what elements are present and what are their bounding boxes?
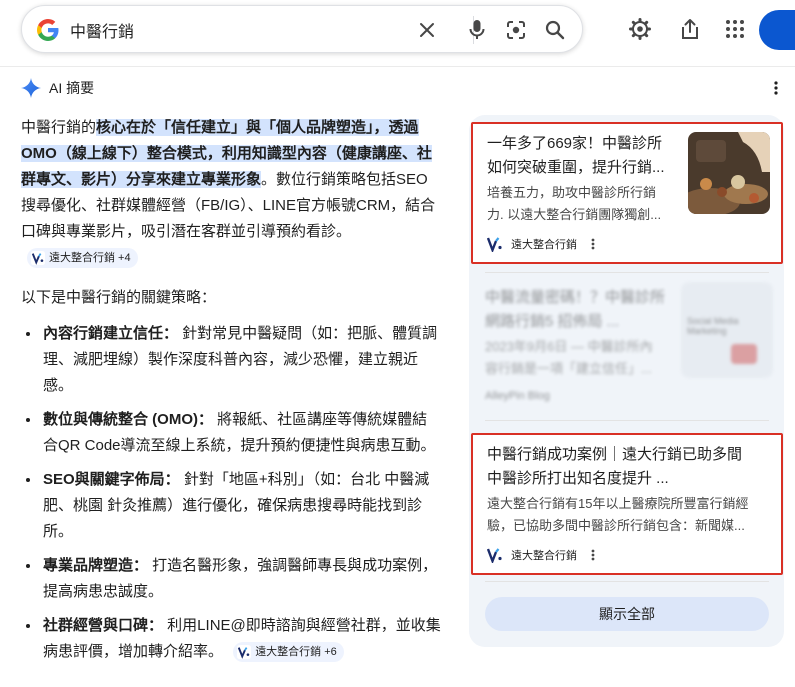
- card-snippet-line: 2023年9月6日 — 中醫診所內: [485, 339, 653, 354]
- citation-chip[interactable]: 遠大整合行銷 +6: [233, 642, 344, 663]
- source-card-snippet: 培養五力，助攻中醫診所行銷 力. 以遠大整合行銷團隊獨創...: [487, 182, 687, 226]
- card-snippet-line: 力. 以遠大整合行銷團隊獨創...: [487, 207, 662, 222]
- list-item-heading: SEO與關鍵字佈局：: [43, 471, 180, 488]
- search-icon[interactable]: [543, 18, 567, 42]
- intro-paragraph: 中醫行銷的核心在於「信任建立」與「個人品牌塑造」，透過OMO（線上線下）整合模式…: [21, 115, 441, 271]
- share-icon[interactable]: [678, 17, 702, 41]
- source-card-snippet: 2023年9月6日 — 中醫診所內 容行銷是一項「建立信任」...: [485, 336, 680, 380]
- source-logo-icon: [237, 645, 252, 660]
- card-snippet-line: 驗，已協助多間中醫診所行銷包含：新聞媒...: [487, 518, 745, 533]
- source-thumbnail: [688, 132, 770, 214]
- source-card-title: 中醫流量密碼！？中醫診所 網路行銷5 招佈局 ...: [485, 286, 680, 334]
- source-name: 遠大整合行銷: [511, 239, 577, 251]
- source-card-site: 遠大整合行銷: [487, 236, 595, 252]
- list-item: 專業品牌塑造： 打造名醫形象，強調醫師專長與成功案例，提高病患忠誠度。: [41, 553, 441, 605]
- source-card-site: AlleyPin Blog: [485, 390, 550, 402]
- source-card[interactable]: 中醫流量密碼！？中醫診所 網路行銷5 招佈局 ... 2023年9月6日 — 中…: [471, 278, 783, 414]
- source-card[interactable]: 中醫行銷成功案例｜遠大行銷已助多間 中醫診所打出知名度提升 ... 遠大整合行銷…: [471, 433, 783, 575]
- more-options-icon[interactable]: [591, 238, 595, 250]
- thumbnail-graphic: [731, 344, 757, 364]
- source-card-title: 一年多了669家！中醫診所 如何突破重圍，提升行銷...: [487, 132, 687, 180]
- card-title-line: 網路行銷5 招佈局 ...: [485, 313, 620, 330]
- thumbnail-caption: Social Media Marketing: [687, 316, 739, 336]
- citation-chip-label: 遠大整合行銷 +6: [255, 646, 337, 659]
- list-item-heading: 內容行銷建立信任：: [43, 325, 179, 342]
- apps-grid-icon[interactable]: [723, 17, 747, 41]
- card-title-line: 一年多了669家！中醫診所: [487, 135, 663, 152]
- list-item: SEO與關鍵字佈局： 針對「地區+科別」（如：台北 中醫減肥、桃園 針灸推薦）進…: [41, 467, 441, 545]
- source-name: 遠大整合行銷: [511, 550, 577, 562]
- citation-chip-label: 遠大整合行銷 +4: [49, 252, 131, 265]
- list-item-heading: 專業品牌塑造：: [43, 557, 149, 574]
- card-title-line: 中醫流量密碼！？中醫診所: [485, 289, 666, 306]
- list-item-heading: 數位與傳統整合 (OMO)：: [43, 411, 213, 428]
- ai-overview-content: 中醫行銷的核心在於「信任建立」與「個人品牌塑造」，透過OMO（線上線下）整合模式…: [21, 115, 441, 673]
- source-card-site: 遠大整合行銷: [487, 547, 595, 563]
- strategy-list: 內容行銷建立信任： 針對常見中醫疑問（如：把脈、體質調理、減肥埋線）製作深度科普…: [21, 321, 441, 665]
- card-title-line: 中醫診所打出知名度提升 ...: [487, 470, 669, 487]
- more-options-icon[interactable]: [591, 549, 595, 561]
- source-logo-icon: [487, 237, 502, 252]
- ai-overview-title: AI 摘要: [49, 80, 95, 96]
- card-title-line: 如何突破重圍，提升行銷...: [487, 159, 665, 176]
- strategies-intro: 以下是中醫行銷的關鍵策略：: [21, 289, 217, 306]
- intro-text: 中醫行銷的: [21, 119, 97, 136]
- settings-gear-icon[interactable]: [628, 17, 652, 41]
- source-logo-icon: [31, 251, 45, 266]
- more-options-icon[interactable]: [766, 78, 786, 98]
- source-card[interactable]: 一年多了669家！中醫診所 如何突破重圍，提升行銷... 培養五力，助攻中醫診所…: [471, 122, 783, 264]
- source-logo-icon: [487, 548, 502, 563]
- list-item: 數位與傳統整合 (OMO)： 將報紙、社區講座等傳統媒體結合QR Code導流至…: [41, 407, 441, 459]
- source-card-snippet: 遠大整合行銷有15年以上醫療院所豐富行銷經 驗，已協助多間中醫診所行銷包含：新聞…: [487, 493, 777, 537]
- citation-chip[interactable]: 遠大整合行銷 +4: [27, 248, 138, 269]
- sign-in-button[interactable]: [759, 10, 795, 50]
- source-thumbnail: Social Media Marketing: [681, 282, 773, 378]
- search-bar[interactable]: [21, 5, 583, 53]
- divider: [485, 581, 769, 582]
- google-logo: [37, 19, 59, 41]
- card-snippet-line: 遠大整合行銷有15年以上醫療院所豐富行銷經: [487, 496, 749, 511]
- card-title-line: 中醫行銷成功案例｜遠大行銷已助多間: [487, 446, 743, 463]
- search-input[interactable]: [70, 18, 390, 42]
- list-item: 內容行銷建立信任： 針對常見中醫疑問（如：把脈、體質調理、減肥埋線）製作深度科普…: [41, 321, 441, 399]
- header-divider: [0, 66, 795, 67]
- gemini-sparkle-icon: [21, 78, 41, 98]
- card-snippet-line: 培養五力，助攻中醫診所行銷: [487, 185, 657, 200]
- ai-overview-header: AI 摘要: [21, 76, 94, 100]
- show-all-button[interactable]: 顯示全部: [485, 597, 769, 631]
- card-snippet-line: 容行銷是一項「建立信任」...: [485, 361, 652, 376]
- divider: [485, 272, 769, 273]
- list-item-heading: 社群經營與口碑：: [43, 617, 164, 634]
- source-card-title: 中醫行銷成功案例｜遠大行銷已助多間 中醫診所打出知名度提升 ...: [487, 443, 777, 491]
- source-name: AlleyPin Blog: [485, 390, 550, 402]
- lens-camera-icon[interactable]: [504, 18, 528, 42]
- list-item: 社群經營與口碑： 利用LINE@即時諮詢與經營社群，並收集病患評價，增加轉介紹率…: [41, 613, 441, 665]
- divider: [485, 420, 769, 421]
- microphone-icon[interactable]: [465, 18, 489, 42]
- clear-icon[interactable]: [415, 18, 439, 42]
